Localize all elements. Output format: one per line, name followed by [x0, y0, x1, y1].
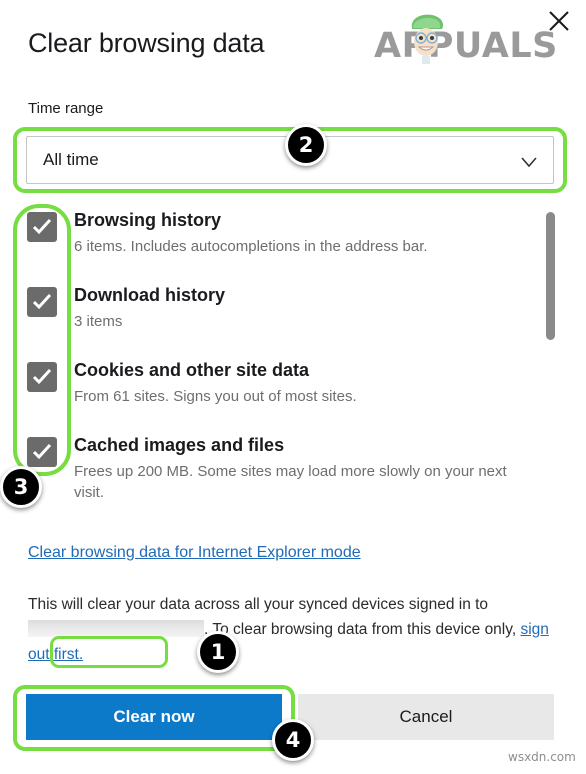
- clear-browsing-data-dialog: Clear browsing data APPUALS Time range A…: [0, 0, 586, 774]
- list-item-title: Cached images and files: [74, 435, 285, 455]
- time-range-value: All time: [43, 150, 99, 169]
- checkbox-cached-images-and-files[interactable]: [27, 437, 57, 467]
- list-item-subtitle: 6 items. Includes autocompletions in the…: [74, 238, 428, 255]
- sync-note-part1: This will clear your data across all you…: [28, 596, 489, 613]
- chevron-down-icon: [521, 157, 537, 168]
- checkbox-download-history[interactable]: [27, 287, 57, 317]
- step-badge-3: 3: [0, 466, 42, 508]
- list-item-title: Download history: [74, 285, 226, 305]
- sync-note-part2: . To clear browsing data from this devic…: [204, 621, 517, 638]
- time-range-label: Time range: [28, 100, 104, 117]
- list-item-title: Cookies and other site data: [74, 360, 310, 380]
- redacted-account-email: [28, 620, 204, 637]
- checkbox-browsing-history[interactable]: [27, 212, 57, 242]
- page-title: Clear browsing data: [28, 28, 265, 58]
- close-icon[interactable]: [545, 7, 573, 35]
- list-item-subtitle: From 61 sites. Signs you out of most sit…: [74, 388, 357, 405]
- scrollbar-thumb[interactable]: [546, 212, 555, 340]
- watermark: wsxdn.com: [508, 750, 576, 764]
- list-scrollbar[interactable]: [545, 205, 555, 505]
- checkbox-cookies-and-site-data[interactable]: [27, 362, 57, 392]
- mascot-face-icon: [411, 14, 444, 64]
- sync-note: This will clear your data across all you…: [28, 592, 552, 667]
- cancel-button[interactable]: Cancel: [298, 694, 554, 740]
- internet-explorer-mode-link[interactable]: Clear browsing data for Internet Explore…: [28, 544, 361, 562]
- step-badge-4: 4: [272, 719, 314, 761]
- data-type-list: Browsing history 6 items. Includes autoc…: [0, 200, 586, 518]
- list-item-subtitle: 3 items: [74, 313, 123, 330]
- appuals-logo: APPUALS: [374, 12, 557, 68]
- clear-now-button[interactable]: Clear now: [26, 694, 282, 740]
- step-badge-1: 1: [197, 631, 239, 673]
- list-item-subtitle: Frees up 200 MB. Some sites may load mor…: [74, 463, 507, 501]
- step-badge-2: 2: [285, 124, 327, 166]
- list-item-title: Browsing history: [74, 210, 222, 230]
- logo-wordmark: APPUALS: [374, 26, 558, 66]
